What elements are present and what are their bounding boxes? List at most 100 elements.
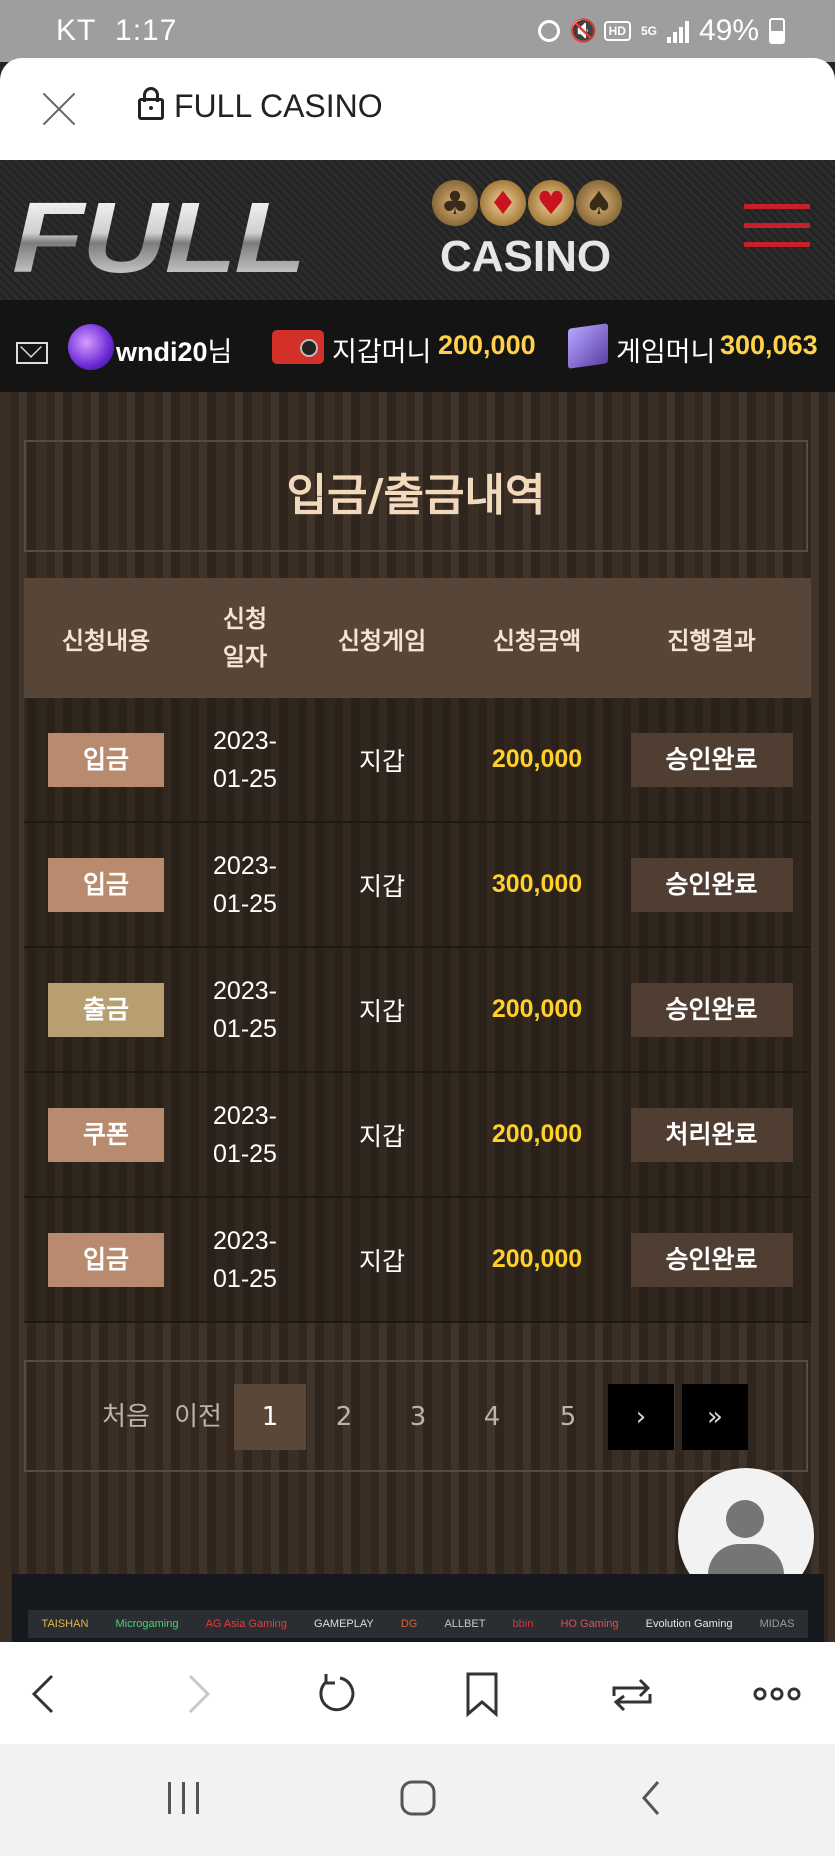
row-result-cell: 처리완료 — [612, 1107, 811, 1162]
username-text: wndi20 — [116, 337, 208, 367]
lock-icon — [138, 87, 164, 120]
row-amount: 200,000 — [491, 995, 583, 1023]
row-type-cell: 입금 — [24, 857, 188, 912]
site-logo[interactable]: FULL — [12, 188, 306, 288]
recent-apps-icon[interactable] — [160, 1774, 208, 1822]
site-logo-casino: CASINO — [440, 232, 612, 281]
type-badge: 입금 — [48, 857, 164, 912]
row-game: 지갑 — [358, 996, 405, 1026]
time-text: 1:17 — [115, 14, 178, 47]
page-next-button[interactable]: › — [608, 1384, 674, 1450]
date-line1: 2023- — [213, 976, 277, 1005]
page-1[interactable]: 1 — [234, 1384, 306, 1450]
provider-logo[interactable]: Microgaming — [116, 1618, 179, 1630]
spade-icon: ♠ — [576, 180, 622, 226]
wallet-money-label: 지갑머니 — [332, 337, 432, 367]
provider-logo[interactable]: Evolution Gaming — [646, 1618, 733, 1630]
header-date: 신청 일자 — [188, 600, 302, 676]
header-amount: 신청금액 — [492, 626, 582, 655]
page-4[interactable]: 4 — [462, 1384, 522, 1450]
table-row: 입금 2023- 01-25 지갑 200,000 승인완료 — [24, 1198, 811, 1323]
provider-logo[interactable]: MIDAS — [760, 1618, 795, 1630]
bookmark-icon[interactable] — [458, 1670, 506, 1718]
wallet-money-value: 200,000 — [438, 330, 536, 360]
provider-logo[interactable]: TAISHAN — [42, 1618, 89, 1630]
row-type-cell: 입금 — [24, 732, 188, 787]
user-info-bar: wndi20님 지갑머니 200,000 게임머니 300,063 — [0, 300, 835, 392]
back-icon[interactable] — [22, 1670, 70, 1718]
row-result-cell: 승인완료 — [612, 732, 811, 787]
5g-icon: 5G — [640, 24, 657, 38]
person-icon-body — [708, 1544, 784, 1578]
header-game: 신청게임 — [337, 626, 427, 655]
club-icon: ♣ — [432, 180, 478, 226]
page-last-button[interactable]: » — [682, 1384, 748, 1450]
page-2[interactable]: 2 — [314, 1384, 374, 1450]
result-badge: 승인완료 — [630, 1232, 793, 1287]
result-badge: 승인완료 — [630, 982, 793, 1037]
provider-logo[interactable]: AG Asia Gaming — [206, 1618, 287, 1630]
table-row: 쿠폰 2023- 01-25 지갑 200,000 처리완료 — [24, 1073, 811, 1198]
provider-logo[interactable]: DG — [401, 1618, 418, 1630]
row-game: 지갑 — [358, 1121, 405, 1151]
username-suffix: 님 — [207, 337, 233, 367]
battery-icon — [769, 18, 785, 44]
signal-icon — [666, 19, 689, 43]
mail-icon[interactable] — [16, 342, 48, 364]
table-row: 입금 2023- 01-25 지갑 300,000 승인완료 — [24, 823, 811, 948]
provider-logo[interactable]: bbin — [513, 1618, 534, 1630]
reload-icon[interactable] — [312, 1670, 360, 1718]
date-line2: 01-25 — [213, 889, 277, 918]
page-first[interactable]: 처음 — [96, 1384, 156, 1450]
date-line2: 01-25 — [213, 1014, 277, 1043]
page-5[interactable]: 5 — [538, 1384, 598, 1450]
row-amount: 200,000 — [491, 745, 583, 773]
table-header: 신청내용 신청 일자 신청게임 신청금액 진행결과 — [24, 578, 811, 698]
home-icon[interactable] — [394, 1774, 442, 1822]
result-badge: 승인완료 — [630, 732, 793, 787]
status-icons: 🔇 HD 5G 49% — [537, 14, 785, 48]
provider-logos-strip: TAISHAN Microgaming AG Asia Gaming GAMEPLAY… — [28, 1610, 808, 1638]
battery-percent: 49% — [698, 14, 759, 47]
browser-bottom-bar — [0, 1642, 835, 1744]
wallet-icon — [272, 330, 324, 364]
system-back-icon[interactable] — [628, 1774, 676, 1822]
forward-icon[interactable] — [172, 1670, 220, 1718]
row-game: 지갑 — [358, 746, 405, 776]
provider-logo[interactable]: HO Gaming — [560, 1618, 618, 1630]
browser-title[interactable]: FULL CASINO — [174, 88, 383, 125]
page-3[interactable]: 3 — [388, 1384, 448, 1450]
provider-logos-bar: TAISHAN Microgaming AG Asia Gaming GAMEPLAY… — [12, 1574, 824, 1642]
type-badge: 출금 — [48, 982, 164, 1037]
result-badge: 승인완료 — [630, 857, 793, 912]
site-header: FULL ♣ ♦ ♥ ♠ CASINO — [0, 160, 835, 300]
row-date: 2023- 01-25 — [188, 972, 302, 1048]
header-result: 진행결과 — [667, 626, 756, 655]
row-result-cell: 승인완료 — [612, 857, 811, 912]
tabs-switch-icon[interactable] — [608, 1670, 656, 1718]
row-result-cell: 승인완료 — [612, 982, 811, 1037]
game-money-label: 게임머니 — [616, 337, 716, 367]
row-type-cell: 출금 — [24, 982, 188, 1037]
pagination: 처음 이전 1 2 3 4 5 › » — [24, 1360, 808, 1472]
row-date: 2023- 01-25 — [188, 1222, 302, 1298]
page-title: 입금/출금내역 — [286, 470, 546, 521]
row-date: 2023- 01-25 — [188, 1097, 302, 1173]
carrier-text: KT — [56, 14, 97, 47]
header-date-line1: 신청 — [222, 605, 268, 633]
more-options-icon[interactable] — [752, 1670, 802, 1718]
history-table: 신청내용 신청 일자 신청게임 신청금액 진행결과 입금 2023- 01-25 지갑 2… — [24, 578, 811, 1323]
close-icon[interactable] — [40, 90, 78, 128]
page-prev[interactable]: 이전 — [168, 1384, 228, 1450]
date-line2: 01-25 — [213, 1139, 277, 1168]
table-body: 입금 2023- 01-25 지갑 200,000 승인완료 입금 2023- 01-25 지갑 3… — [24, 698, 811, 1323]
browser-url-bar: FULL CASINO — [0, 58, 835, 160]
row-amount: 200,000 — [491, 1120, 583, 1148]
android-nav-bar — [0, 1744, 835, 1856]
row-date: 2023- 01-25 — [188, 722, 302, 798]
provider-logo[interactable]: ALLBET — [444, 1618, 485, 1630]
row-game: 지갑 — [358, 871, 405, 901]
menu-icon[interactable] — [744, 204, 810, 252]
row-amount: 300,000 — [491, 870, 583, 898]
provider-logo[interactable]: GAMEPLAY — [314, 1618, 374, 1630]
